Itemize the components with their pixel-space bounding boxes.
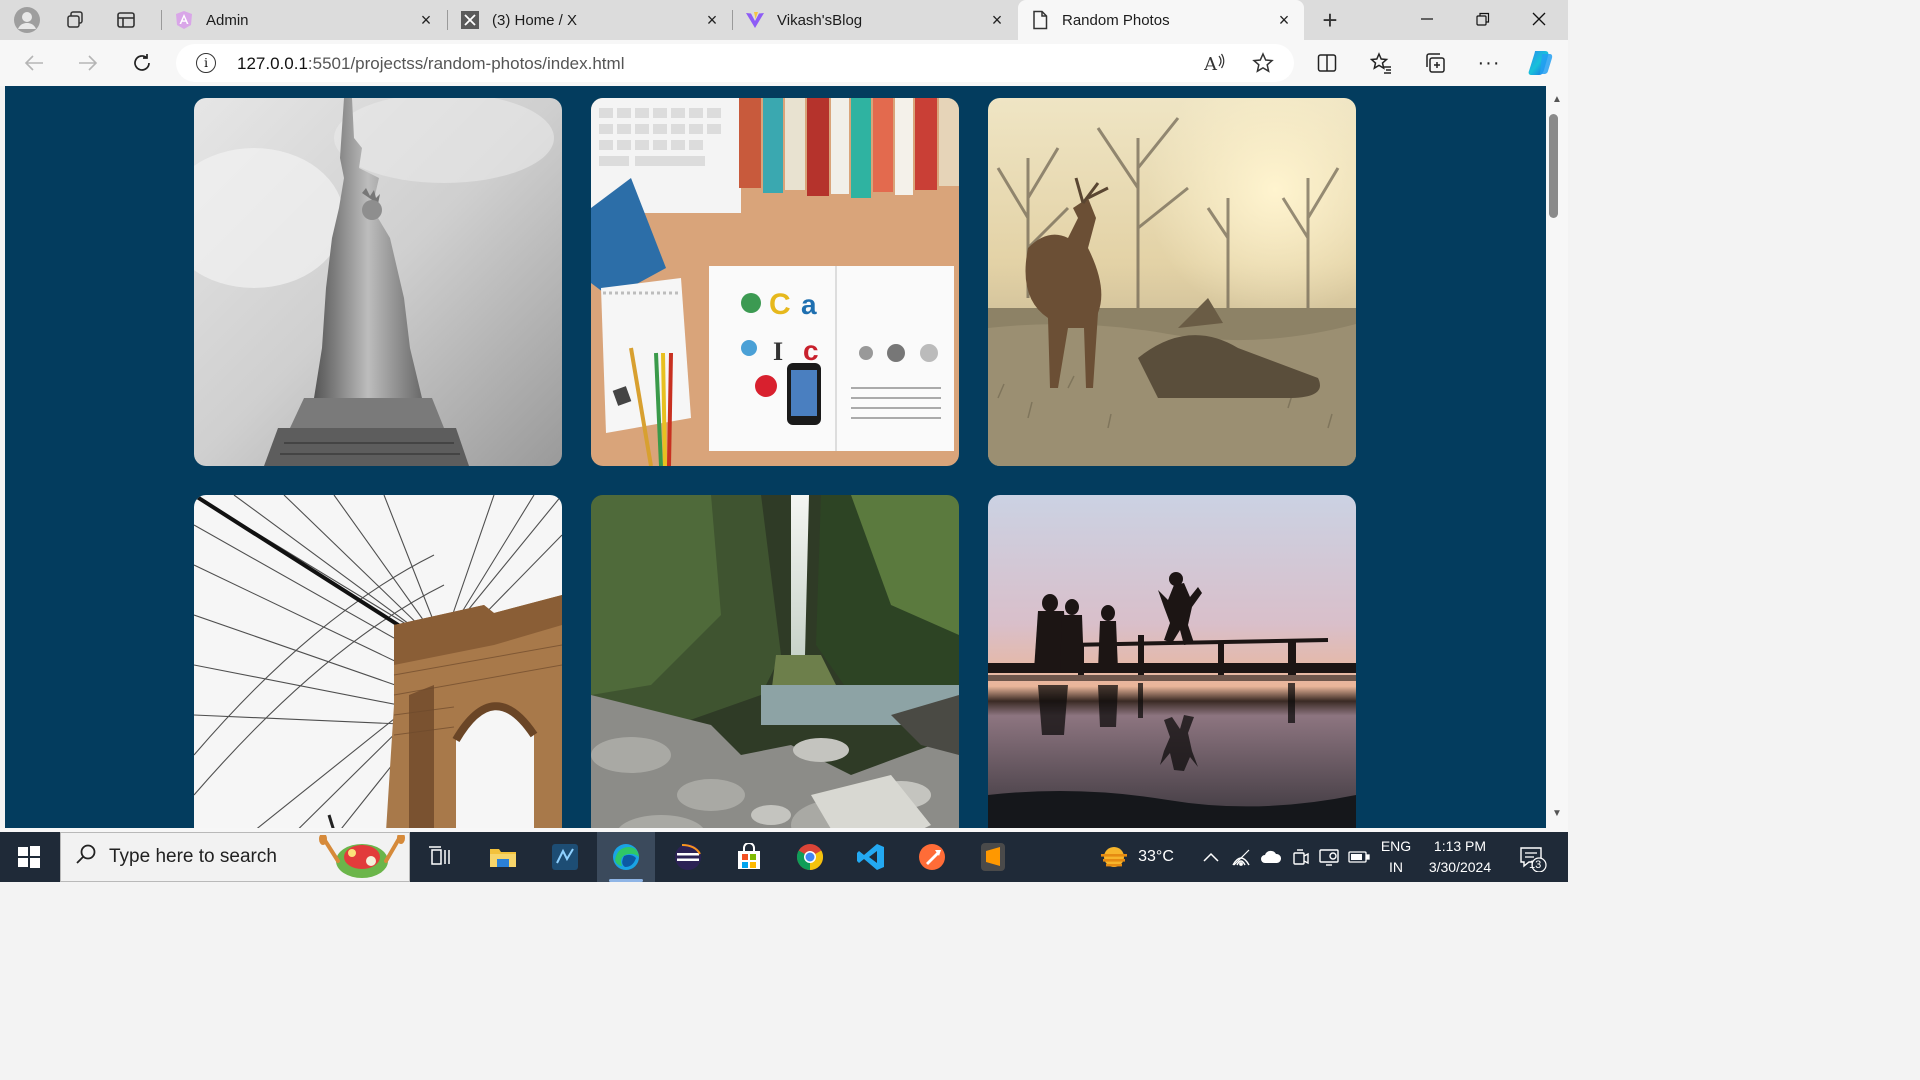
region-code: IN [1389,859,1403,875]
language-indicator[interactable]: ENG IN [1378,836,1414,878]
photo-card-statue-of-liberty[interactable] [194,98,562,466]
notifications-icon[interactable]: 13 [1512,832,1552,882]
page-scrollbar[interactable]: ▲ ▼ [1546,86,1568,828]
sublime-text-icon[interactable] [964,832,1022,882]
read-aloud-icon[interactable]: A [1200,49,1230,77]
microsoft-store-icon[interactable] [720,832,778,882]
tab-vikash-blog[interactable]: Vikash'sBlog × [733,0,1017,40]
weather-temperature[interactable]: 33°C [1136,832,1176,882]
microsoft-edge-icon[interactable] [597,832,655,882]
clock-date: 3/30/2024 [1428,859,1492,875]
taskbar-search-box[interactable]: Type here to search [60,832,410,882]
address-bar[interactable]: i 127.0.0.1:5501/projectss/random-photos… [176,44,1294,82]
scroll-up-arrow-icon[interactable]: ▲ [1549,92,1565,106]
favorites-icon[interactable] [1362,46,1400,80]
windows-taskbar: Type here to search 33°C ENG IN 1:13 PM … [0,832,1568,882]
onedrive-cloud-icon[interactable] [1258,832,1284,882]
more-options-icon[interactable]: ··· [1470,46,1508,80]
close-window-icon[interactable] [1511,0,1567,38]
system-clock[interactable]: 1:13 PM 3/30/2024 [1418,836,1502,878]
search-highlight-illustration-icon [316,832,408,886]
minimize-icon[interactable] [1399,0,1455,38]
vertical-tabs-icon[interactable] [108,4,144,36]
browser-toolbar: i 127.0.0.1:5501/projectss/random-photos… [0,40,1568,86]
show-hidden-icons-chevron-up-icon[interactable] [1198,832,1224,882]
display-settings-icon[interactable] [1316,832,1342,882]
forward-arrow-icon[interactable] [70,46,106,80]
split-screen-icon[interactable] [1308,46,1346,80]
svg-text:a: a [801,289,817,320]
eclipse-icon[interactable] [659,832,717,882]
tab-x-home[interactable]: (3) Home / X × [448,0,732,40]
visual-studio-code-icon[interactable] [842,832,900,882]
workspaces-icon[interactable] [57,4,93,36]
page-viewport: C a I c [5,86,1546,828]
new-tab-icon[interactable]: + [1312,4,1348,36]
copilot-icon[interactable] [1521,46,1559,80]
app-pinned-icon[interactable] [536,832,594,882]
network-icon[interactable] [1228,832,1254,882]
x-logo-icon [460,10,480,30]
search-placeholder: Type here to search [109,846,277,867]
weather-sun-icon[interactable] [1096,832,1132,882]
profile-avatar-icon[interactable] [9,4,45,36]
tab-title: Random Photos [1062,11,1170,29]
close-tab-icon[interactable]: × [416,10,436,30]
search-icon [75,843,97,871]
file-explorer-icon[interactable] [474,832,532,882]
battery-icon[interactable] [1346,832,1372,882]
svg-text:c: c [803,335,819,366]
back-arrow-icon[interactable] [16,46,52,80]
browser-tab-strip: Admin × (3) Home / X × Vikash'sBlog × Ra… [0,0,1568,40]
notification-count: 13 [1529,859,1542,871]
scrollbar-thumb[interactable] [1549,114,1558,218]
tab-title: (3) Home / X [492,11,578,29]
url-text[interactable]: 127.0.0.1:5501/projectss/random-photos/i… [237,54,624,74]
page-icon [1030,10,1050,30]
vite-logo-icon [745,10,765,30]
meet-now-icon[interactable] [1288,832,1312,882]
scroll-down-arrow-icon[interactable]: ▼ [1549,806,1565,820]
close-tab-icon[interactable]: × [987,10,1007,30]
tab-title: Vikash'sBlog [777,11,863,29]
svg-text:I: I [773,337,783,366]
photo-card-desk-flatlay[interactable]: C a I c [591,98,959,466]
google-chrome-icon[interactable] [781,832,839,882]
svg-text:C: C [769,288,791,321]
collections-icon[interactable] [1416,46,1454,80]
close-tab-icon[interactable]: × [702,10,722,30]
tab-admin[interactable]: Admin × [162,0,446,40]
photo-card-waterfall[interactable] [591,495,959,828]
tab-title: Admin [206,11,249,29]
favorite-star-icon[interactable] [1248,49,1278,77]
tab-random-photos[interactable]: Random Photos × [1018,0,1304,40]
close-tab-icon[interactable]: × [1274,10,1294,30]
refresh-icon[interactable] [124,46,160,80]
task-view-icon[interactable] [412,832,470,882]
photo-card-deer-sunset[interactable] [988,98,1356,466]
language-code: ENG [1380,838,1412,854]
photo-card-pier-jump[interactable] [988,495,1356,828]
site-info-icon[interactable]: i [196,53,216,73]
active-app-indicator [609,879,643,882]
postman-icon[interactable] [903,832,961,882]
windows-start-icon[interactable] [0,832,58,882]
restore-icon[interactable] [1455,0,1511,38]
clock-time: 1:13 PM [1433,838,1487,854]
angular-icon [174,10,194,30]
svg-text:A: A [1204,54,1218,73]
photo-card-brooklyn-bridge[interactable] [194,495,562,828]
